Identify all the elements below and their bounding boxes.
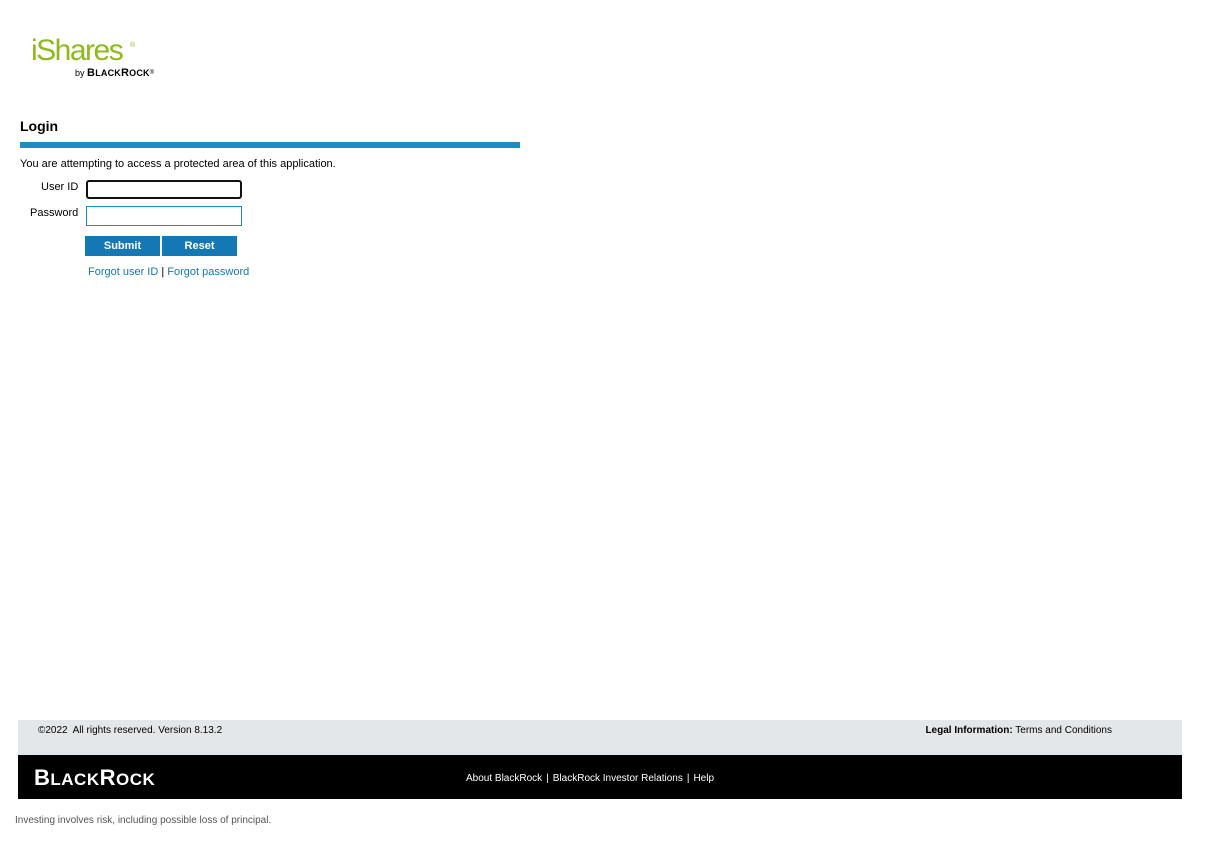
brand-rest-lack: LACK [95, 68, 121, 78]
forgot-user-id-link[interactable]: Forgot user ID [88, 266, 158, 278]
tagline-registered-mark: ® [149, 70, 155, 76]
footer-links: About BlackRock | BlackRock Investor Relat… [466, 773, 714, 785]
footer-link-separator: | [686, 773, 690, 784]
by-blackrock-tagline: by BLACKROCK® [75, 67, 154, 79]
ishares-wordmark: iShares [31, 34, 124, 67]
about-blackrock-link[interactable]: About BlackRock [466, 773, 542, 784]
protected-area-notice: You are attempting to access a protected… [20, 158, 336, 170]
forgot-password-link[interactable]: Forgot password [167, 266, 249, 278]
legal-information: Legal Information: Terms and Conditions [925, 725, 1112, 737]
footer-brand-cap-r: R [99, 765, 116, 790]
terms-and-conditions-link[interactable]: Terms and Conditions [1015, 725, 1112, 736]
help-link[interactable]: Help [693, 773, 714, 784]
tagline-brand: BLACKROCK [87, 67, 150, 79]
password-input[interactable] [86, 206, 242, 226]
footer-brand-cap-b: B [34, 765, 51, 790]
brand-cap-r: R [120, 67, 130, 79]
registered-mark: ® [130, 42, 136, 49]
legal-label: Legal Information: [925, 725, 1013, 736]
investor-relations-link[interactable]: BlackRock Investor Relations [553, 773, 683, 784]
page-title: Login [20, 118, 59, 134]
password-label: Password [30, 207, 79, 219]
footer-info-bar: ©2022 All rights reserved. Version 8.13.… [18, 720, 1182, 755]
user-id-label: User ID [41, 181, 79, 193]
login-page: iShares ® by BLACKROCK® Login You are at… [0, 0, 1210, 856]
by-text: by [75, 68, 85, 78]
ishares-logo[interactable]: iShares ® by BLACKROCK® [31, 34, 171, 84]
user-id-input[interactable] [86, 180, 242, 199]
brand-rest-ock: OCK [129, 68, 150, 78]
submit-button[interactable]: Submit [85, 236, 160, 256]
footer-brand-bar: BLACKROCK About BlackRock | BlackRock Inve… [18, 755, 1182, 799]
forgot-separator: | [161, 266, 165, 278]
footer-brand-rest-ock: OCK [116, 770, 156, 789]
title-divider [20, 142, 520, 148]
reset-button[interactable]: Reset [162, 236, 237, 256]
risk-disclaimer: Investing involves risk, including possi… [15, 815, 272, 826]
copyright-text: ©2022 All rights reserved. Version 8.13.… [38, 725, 223, 736]
footer-brand-rest-lack: LACK [50, 770, 100, 789]
forgot-links: Forgot user ID | Forgot password [88, 265, 249, 279]
blackrock-logo[interactable]: BLACKROCK [34, 765, 155, 793]
brand-cap-b: B [87, 67, 96, 79]
footer-link-separator: | [546, 773, 549, 784]
